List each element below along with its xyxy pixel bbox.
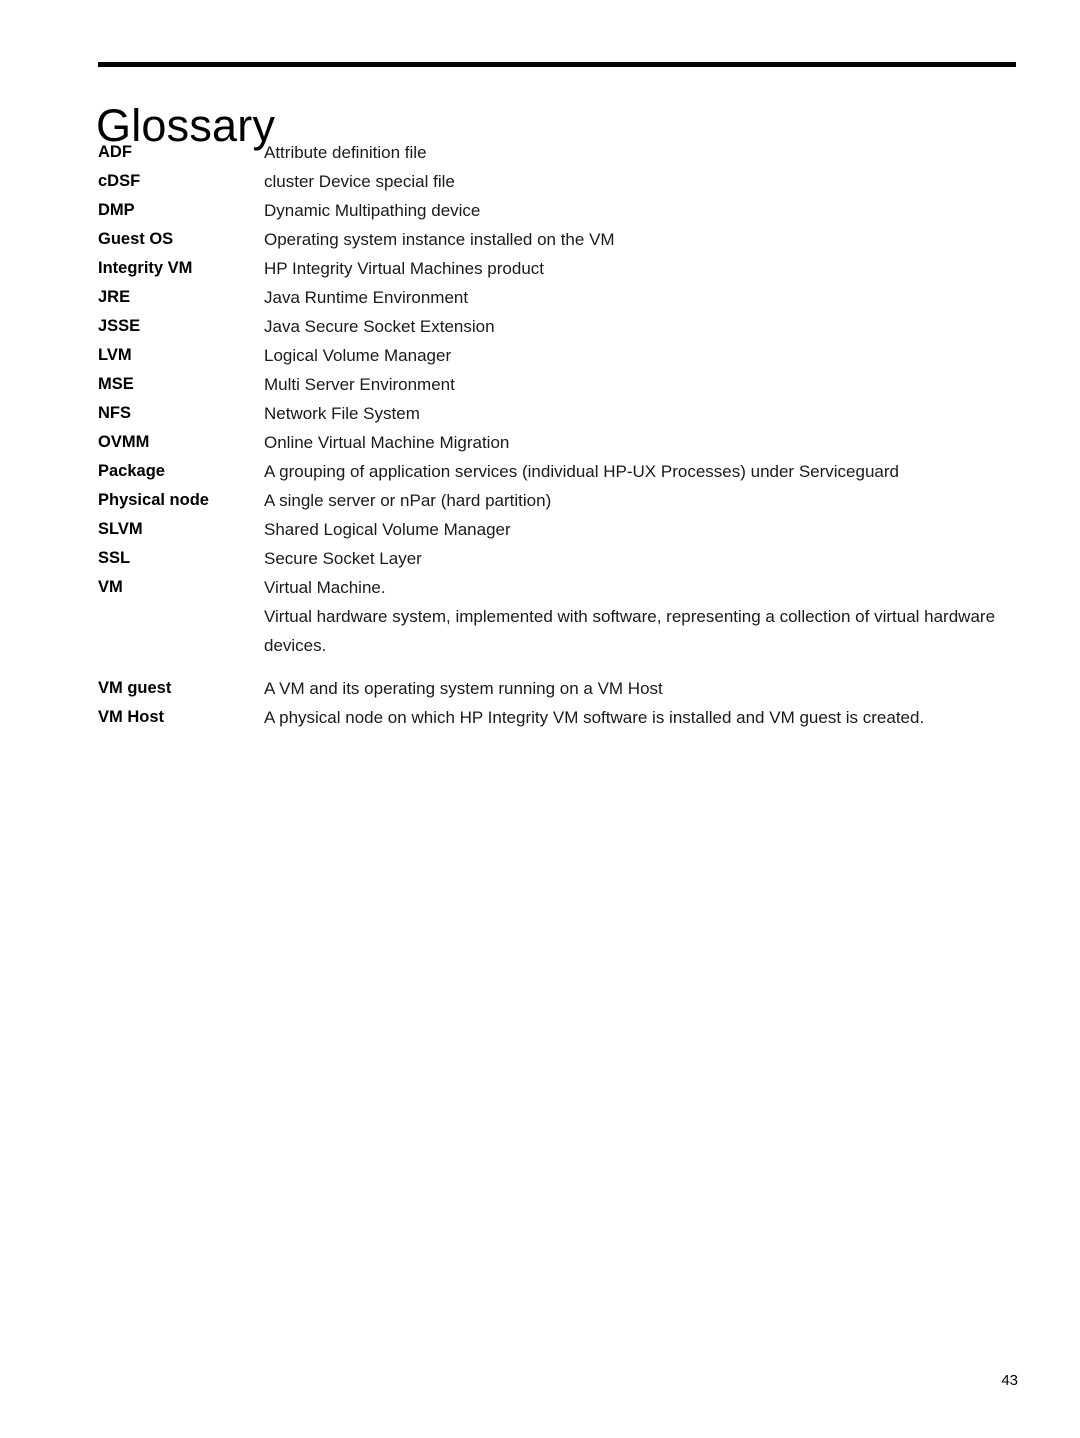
glossary-definition: Secure Socket Layer [264, 549, 422, 568]
glossary-definition: A VM and its operating system running on… [264, 679, 663, 698]
glossary-entry: VM Host A physical node on which HP Integ… [98, 703, 1020, 732]
glossary-definition: Attribute definition file [264, 143, 427, 162]
glossary-definition-group: Dynamic Multipathing device [264, 196, 1020, 225]
glossary-entry: DMP Dynamic Multipathing device [98, 196, 1020, 225]
glossary-entry: LVM Logical Volume Manager [98, 341, 1020, 370]
glossary-entry: SLVM Shared Logical Volume Manager [98, 515, 1020, 544]
glossary-definition-group: A VM and its operating system running on… [264, 674, 1020, 703]
glossary-entry: Physical node A single server or nPar (ha… [98, 486, 1020, 515]
glossary-definition-group: Shared Logical Volume Manager [264, 515, 1020, 544]
glossary-term: SSL [98, 549, 131, 567]
glossary-entry: JRE Java Runtime Environment [98, 283, 1020, 312]
glossary-term: SLVM [98, 520, 143, 538]
glossary-term: Integrity VM [98, 259, 193, 277]
glossary-definition-group: Operating system instance installed on t… [264, 225, 1020, 254]
glossary-entry: SSL Secure Socket Layer [98, 544, 1020, 573]
glossary-term: VM guest [98, 679, 172, 697]
glossary-definition-group: A single server or nPar (hard partition) [264, 486, 1020, 515]
glossary-definition-group: cluster Device special file [264, 167, 1020, 196]
glossary-entry: VM guest A VM and its operating system ru… [98, 674, 1020, 703]
glossary-term: ADF [98, 143, 132, 161]
glossary-definition-group: A grouping of application services (indi… [264, 457, 1020, 486]
glossary-definition: Operating system instance installed on t… [264, 230, 615, 249]
glossary-term: NFS [98, 404, 131, 422]
glossary-entry: MSE Multi Server Environment [98, 370, 1020, 399]
glossary-definition: cluster Device special file [264, 172, 455, 191]
glossary-term: DMP [98, 201, 135, 219]
glossary-entry: OVMM Online Virtual Machine Migration [98, 428, 1020, 457]
glossary-term: LVM [98, 346, 132, 364]
glossary-term: Guest OS [98, 230, 174, 248]
glossary-definition-group: Multi Server Environment [264, 370, 1020, 399]
glossary-definition-group: Java Secure Socket Extension [264, 312, 1020, 341]
glossary-term: cDSF [98, 172, 141, 190]
glossary-entry: Integrity VM HP Integrity Virtual Machine… [98, 254, 1020, 283]
glossary-definition: Virtual hardware system, implemented wit… [264, 607, 996, 655]
glossary-term: MSE [98, 375, 134, 393]
glossary-definition: Multi Server Environment [264, 375, 455, 394]
page-number: 43 [1001, 1372, 1018, 1389]
glossary-list: ADF Attribute definition file cDSF cluster … [98, 138, 1020, 732]
glossary-entry: NFS Network File System [98, 399, 1020, 428]
glossary-page: Glossary ADF Attribute definition file cDS… [0, 0, 1080, 1438]
glossary-definition-group: Secure Socket Layer [264, 544, 1020, 573]
glossary-definition: Virtual Machine. [264, 578, 386, 597]
glossary-term: Package [98, 462, 165, 480]
glossary-definition: Network File System [264, 404, 420, 423]
glossary-definition: Java Runtime Environment [264, 288, 469, 307]
glossary-definition: Shared Logical Volume Manager [264, 520, 511, 539]
glossary-term: JSSE [98, 317, 141, 335]
glossary-term: JRE [98, 288, 131, 306]
glossary-definition-group: A physical node on which HP Integrity VM… [264, 703, 1020, 732]
title-divider-rule [98, 62, 1016, 67]
glossary-definition: Online Virtual Machine Migration [264, 433, 510, 452]
glossary-definition-group: Java Runtime Environment [264, 283, 1020, 312]
glossary-term: VM Host [98, 708, 164, 726]
glossary-entry: JSSE Java Secure Socket Extension [98, 312, 1020, 341]
glossary-definition: A physical node on which HP Integrity VM… [264, 708, 925, 727]
glossary-definition: Logical Volume Manager [264, 346, 452, 365]
glossary-entry: Package A grouping of application service… [98, 457, 1020, 486]
glossary-definition-group: Logical Volume Manager [264, 341, 1020, 370]
glossary-definition-group: Attribute definition file [264, 138, 1020, 167]
glossary-definition: A single server or nPar (hard partition) [264, 491, 552, 510]
glossary-entry: VM Virtual Machine. Virtual hardware syste… [98, 573, 1020, 660]
glossary-term: Physical node [98, 491, 209, 509]
glossary-entry: Guest OS Operating system instance instal… [98, 225, 1020, 254]
glossary-term: VM [98, 578, 123, 596]
glossary-definition-group: Virtual Machine. Virtual hardware system,… [264, 573, 1020, 660]
glossary-definition: Dynamic Multipathing device [264, 201, 481, 220]
glossary-definition-group: Network File System [264, 399, 1020, 428]
glossary-definition-group: HP Integrity Virtual Machines product [264, 254, 1020, 283]
glossary-definition-group: Online Virtual Machine Migration [264, 428, 1020, 457]
glossary-entry: ADF Attribute definition file [98, 138, 1020, 167]
glossary-term: OVMM [98, 433, 150, 451]
glossary-definition: Java Secure Socket Extension [264, 317, 495, 336]
glossary-definition: HP Integrity Virtual Machines product [264, 259, 545, 278]
glossary-entry: cDSF cluster Device special file [98, 167, 1020, 196]
glossary-definition: A grouping of application services (indi… [264, 462, 899, 481]
